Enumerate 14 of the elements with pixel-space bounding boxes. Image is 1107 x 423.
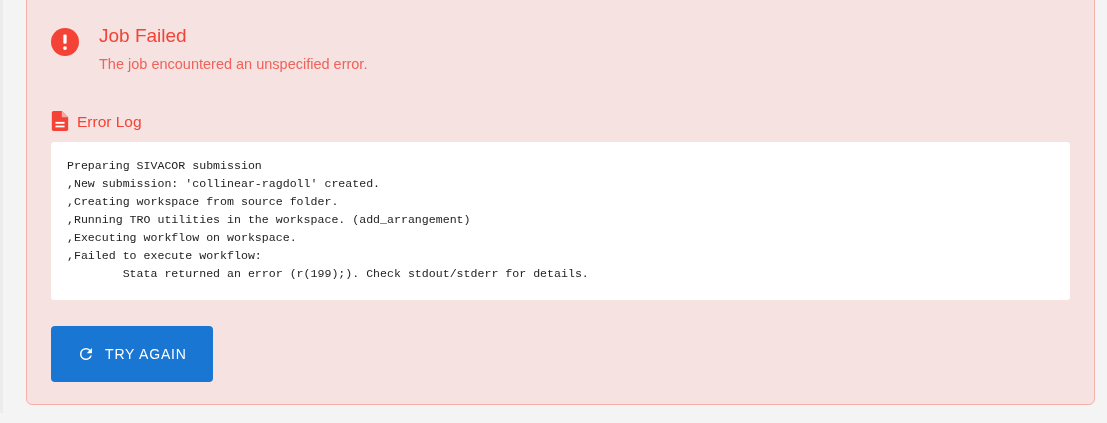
log-line: ,Creating workspace from source folder. bbox=[67, 194, 339, 210]
refresh-icon bbox=[77, 345, 95, 363]
alert-message: The job encountered an unspecified error. bbox=[99, 55, 368, 74]
log-line: Stata returned an error (r(199);). Check stdout/stderr for details. bbox=[121, 266, 589, 282]
try-again-button[interactable]: TRY AGAIN bbox=[51, 326, 213, 382]
alert-title: Job Failed bbox=[99, 24, 188, 48]
log-line: ,Running TRO utilities in the workspace. (add_arrangement) bbox=[67, 212, 471, 228]
log-line: ,New submission: 'collinear-ragdoll' created. bbox=[67, 176, 381, 192]
error-icon bbox=[51, 28, 79, 56]
document-icon bbox=[51, 111, 69, 132]
error-log-heading: Error Log bbox=[77, 111, 142, 132]
log-line: ,Failed to execute workflow: bbox=[67, 248, 262, 264]
log-line: Preparing SIVACOR submission bbox=[67, 158, 262, 174]
log-line: ,Executing workflow on workspace. bbox=[67, 230, 297, 246]
